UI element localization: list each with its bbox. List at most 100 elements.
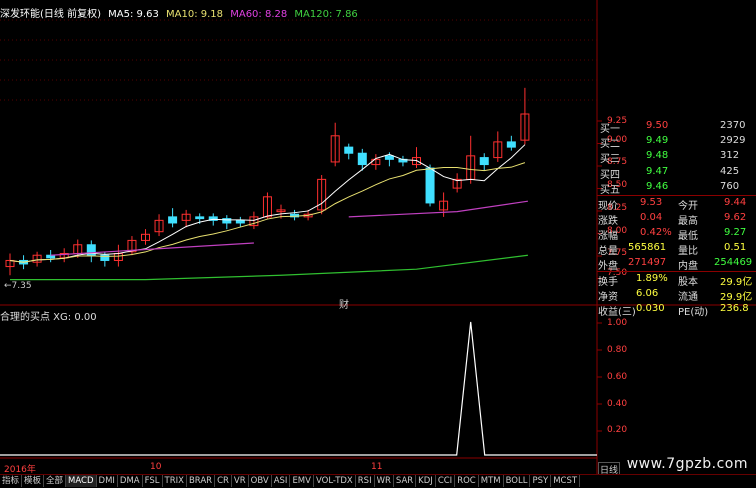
stat-label: 外盘 (598, 261, 618, 272)
stat-label: 现价 (598, 201, 618, 212)
stat-label: 量比 (678, 246, 698, 257)
indicator-tab-roc[interactable]: ROC (455, 475, 479, 487)
indicator-tab-obv[interactable]: OBV (249, 475, 272, 487)
stat-row: 现价 9.53 今开 9.44 (596, 197, 756, 213)
stat-label: 内盘 (678, 261, 698, 272)
candle-body (506, 141, 516, 148)
indicator-tab-kdj[interactable]: KDJ (416, 475, 436, 487)
stat-row: 总量 565861 量比 0.51 (596, 242, 756, 258)
stat-value: 0.030 (636, 303, 665, 314)
bid-volume: 760 (720, 181, 740, 192)
indicator-tab-brar[interactable]: BRAR (187, 475, 216, 487)
stat-label: 今开 (678, 201, 698, 212)
indicator-tab-dmi[interactable]: DMI (97, 475, 118, 487)
indicator-tab-cr[interactable]: CR (215, 475, 232, 487)
indicator-tab-sar[interactable]: SAR (394, 475, 417, 487)
stat-label: 涨跌 (598, 216, 618, 227)
bid-volume: 425 (720, 166, 740, 177)
bid-row: 买一 9.50 2370 (596, 120, 756, 136)
bid-volume: 2929 (720, 135, 746, 146)
stat-row: 净资 6.06 流通 29.9亿 (596, 288, 756, 304)
indicator-tab-rsi[interactable]: RSI (356, 475, 375, 487)
bid-volume: 2370 (720, 120, 746, 131)
bid-label: 买五 (600, 185, 620, 196)
stat-label: 流通 (678, 292, 698, 303)
candle-body (195, 216, 205, 220)
stat-value: 0.42% (640, 227, 672, 238)
stat-value: 29.9亿 (720, 277, 753, 288)
finance-marker: 财 (339, 300, 349, 311)
indicator-tab-emv[interactable]: EMV (290, 475, 314, 487)
indicator-xg-line (0, 321, 597, 456)
indicator-tick: 0.40 (607, 399, 628, 409)
stat-label: 总量 (598, 246, 618, 257)
stat-value: 254469 (714, 257, 753, 268)
bid-label: 买二 (600, 139, 620, 150)
bid-row: 买三 9.48 312 (596, 150, 756, 166)
indicator-tab-模板[interactable]: 模板 (22, 475, 45, 487)
indicator-tab-trix[interactable]: TRIX (163, 475, 187, 487)
stat-value: 271497 (628, 257, 667, 268)
bid-price: 9.48 (646, 150, 669, 161)
indicator-tab-boll[interactable]: BOLL (504, 475, 531, 487)
bid-row: 买四 9.47 425 (596, 166, 756, 182)
indicator-tick: 0.80 (607, 345, 628, 355)
bid-label: 买三 (600, 154, 620, 165)
stat-value: 9.53 (640, 197, 663, 208)
indicator-tab-bar: 指标 模板 全部 MACD DMI DMA FSL TRIX BRAR CR VR OBV ASI EMV… (0, 474, 756, 488)
low-price-marker: ←7.35 (4, 281, 32, 291)
indicator-tab-mcst[interactable]: MCST (551, 475, 581, 487)
candle-body (425, 167, 435, 204)
indicator-tick: 1.00 (607, 318, 628, 328)
stat-value: 565861 (628, 242, 667, 253)
indicator-tab-dma[interactable]: DMA (118, 475, 143, 487)
indicator-tab-asi[interactable]: ASI (272, 475, 291, 487)
indicator-tab-macd[interactable]: MACD (66, 475, 97, 487)
indicator-tab-mtm[interactable]: MTM (479, 475, 504, 487)
quote-divider (597, 195, 756, 196)
indicator-tab-vr[interactable]: VR (232, 475, 249, 487)
stat-row: 收益(三) 0.030 PE(动) 236.8 (596, 303, 756, 319)
stat-label: PE(动) (678, 307, 709, 318)
bid-label: 买四 (600, 170, 620, 181)
stat-value: 29.9亿 (720, 292, 753, 303)
bid-price: 9.46 (646, 181, 669, 192)
bid-label: 买一 (600, 124, 620, 135)
candle-body (168, 216, 178, 224)
stat-label: 换手 (598, 277, 618, 288)
stat-value: 236.8 (720, 303, 749, 314)
stat-label: 最低 (678, 231, 698, 242)
stat-label: 净资 (598, 292, 618, 303)
stat-row: 换手 1.89% 股本 29.9亿 (596, 273, 756, 289)
candle-body (479, 157, 489, 166)
watermark: www.7gpzb.com (626, 456, 748, 472)
stat-value: 9.44 (724, 197, 747, 208)
indicator-tab-psy[interactable]: PSY (530, 475, 552, 487)
indicator-tab-cci[interactable]: CCI (436, 475, 456, 487)
indicator-tab-wr[interactable]: WR (375, 475, 394, 487)
bid-price: 9.49 (646, 135, 669, 146)
ma120-line (10, 254, 528, 281)
stat-label: 股本 (678, 277, 698, 288)
candle-body (344, 146, 354, 154)
indicator-tab-全部[interactable]: 全部 (44, 475, 67, 487)
bid-row: 买二 9.49 2929 (596, 135, 756, 151)
stat-label: 最高 (678, 216, 698, 227)
date-month-11: 11 (371, 462, 383, 472)
stat-row: 涨幅 0.42% 最低 9.27 (596, 227, 756, 243)
quote-divider (597, 271, 756, 272)
stat-value: 0.51 (724, 242, 747, 253)
candle-body (235, 219, 245, 224)
indicator-tab-fsl[interactable]: FSL (143, 475, 163, 487)
indicator-tick: 0.60 (607, 372, 628, 382)
stat-value: 9.62 (724, 212, 747, 223)
stat-value: 1.89% (636, 273, 668, 284)
bid-price: 9.50 (646, 120, 669, 131)
candle-body (357, 152, 367, 166)
indicator-tick: 0.20 (607, 425, 628, 435)
indicator-tab-vol-tdx[interactable]: VOL-TDX (314, 475, 356, 487)
bid-volume: 312 (720, 150, 740, 161)
stat-value: 9.27 (724, 227, 747, 238)
indicator-tab-指标[interactable]: 指标 (0, 475, 23, 487)
stat-value: 0.04 (640, 212, 663, 223)
